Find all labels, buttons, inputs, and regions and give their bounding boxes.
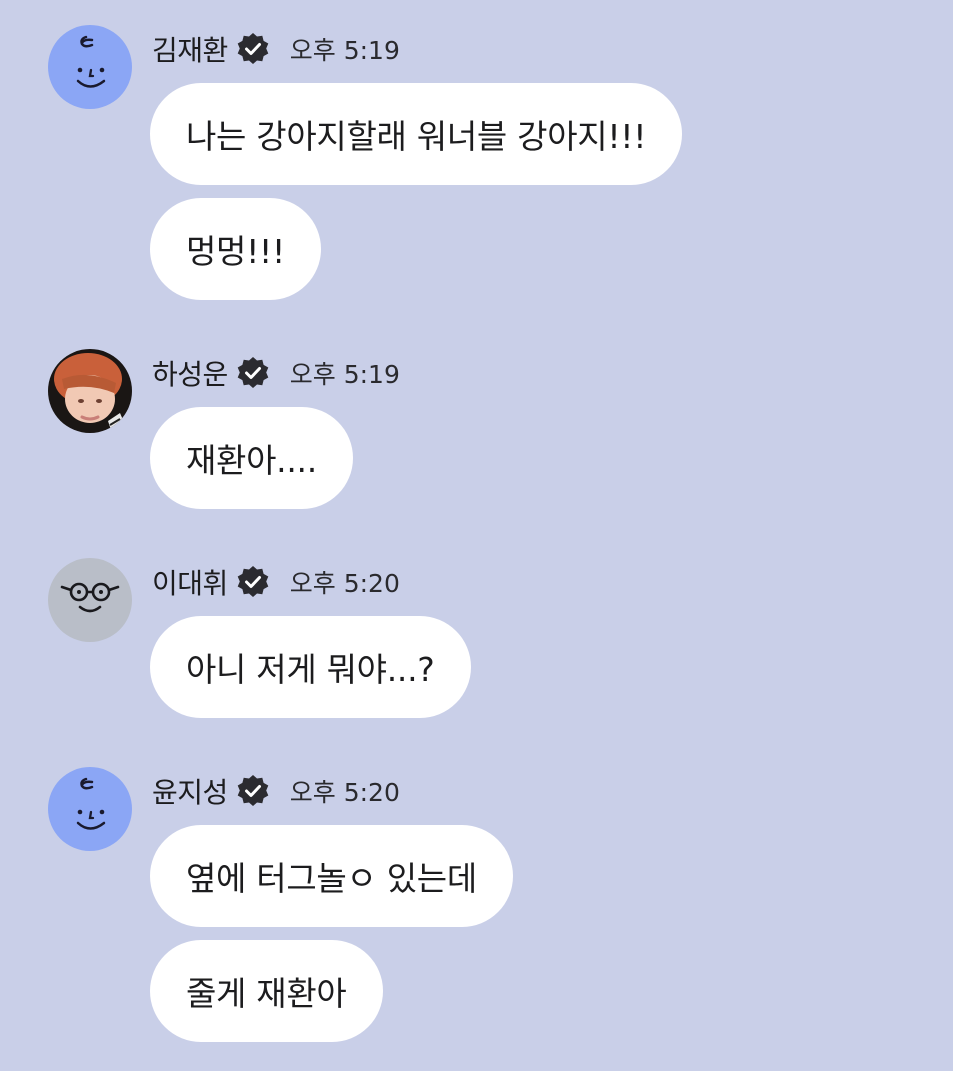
avatar[interactable] [48, 558, 132, 642]
chat-thread: 김재환 오후 5:19 나는 강아지할래 워너블 강아지!!! 멍멍!!! 하성… [0, 0, 953, 1071]
verified-badge-icon [237, 775, 269, 806]
message-bubble[interactable]: 나는 강아지할래 워너블 강아지!!! [150, 83, 683, 185]
sender-name[interactable]: 윤지성 [152, 771, 228, 811]
profile-photo-avatar [48, 349, 132, 433]
timestamp: 오후 5:20 [289, 569, 400, 598]
avatar[interactable] [48, 767, 132, 851]
sender-name[interactable]: 하성운 [152, 353, 228, 393]
smiley-doodle-avatar-icon [48, 767, 132, 851]
message-header: 김재환 오후 5:19 [152, 29, 400, 69]
message-bubble[interactable]: 재환아.... [150, 407, 353, 509]
sender-name[interactable]: 이대휘 [152, 562, 228, 602]
verified-badge-icon [237, 33, 269, 64]
verified-badge-icon [237, 357, 269, 388]
message-bubble[interactable]: 줄게 재환아 [150, 940, 383, 1042]
message-header: 하성운 오후 5:19 [152, 353, 400, 393]
sender-name[interactable]: 김재환 [152, 29, 228, 69]
message-bubble[interactable]: 멍멍!!! [150, 198, 321, 300]
message-bubble[interactable]: 아니 저게 뭐야...? [150, 616, 471, 718]
verified-badge-icon [237, 566, 269, 597]
message-header: 윤지성 오후 5:20 [152, 771, 400, 811]
avatar[interactable] [48, 25, 132, 109]
avatar[interactable] [48, 349, 132, 433]
message-header: 이대휘 오후 5:20 [152, 562, 400, 602]
smiley-doodle-avatar-icon [48, 25, 132, 109]
timestamp: 오후 5:19 [289, 36, 400, 65]
glasses-face-avatar-icon [48, 558, 132, 642]
message-bubble[interactable]: 옆에 터그놀ㅇ 있는데 [150, 825, 513, 927]
timestamp: 오후 5:19 [289, 360, 400, 389]
timestamp: 오후 5:20 [289, 778, 400, 807]
